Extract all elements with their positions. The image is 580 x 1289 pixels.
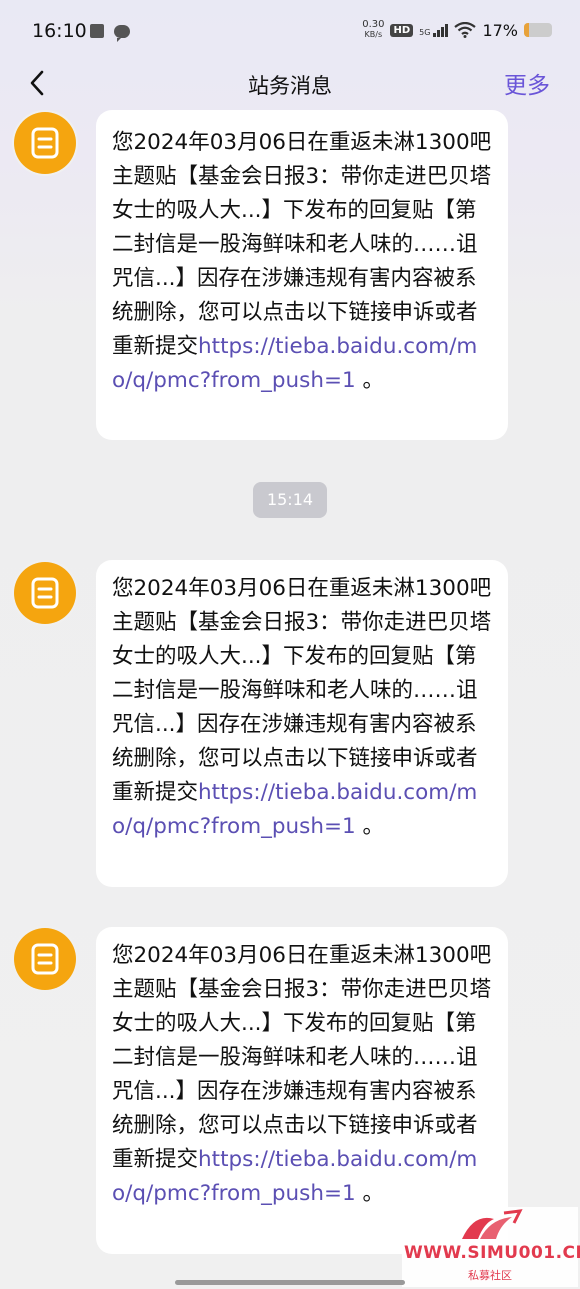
notification-square-icon [90, 24, 104, 38]
sender-avatar[interactable] [14, 562, 76, 624]
watermark: WWW.SIMU001.CN 私募社区 [402, 1207, 580, 1287]
nav-header: 站务消息 更多 [0, 60, 580, 110]
net-speed: 0.30 KB/s [362, 20, 384, 40]
net-speed-value: 0.30 [362, 19, 385, 30]
status-time: 16:10 [32, 20, 87, 42]
net-speed-unit: KB/s [364, 30, 383, 39]
timestamp-divider: 15:14 [253, 482, 327, 518]
watermark-text: WWW.SIMU001.CN [404, 1243, 580, 1263]
watermark-subtext: 私募社区 [468, 1269, 512, 1282]
message-text: 您2024年03月06日在重返未淋1300吧主题贴【基金会日报3：带你走进巴贝塔… [112, 572, 494, 844]
message-bubble-icon [114, 24, 130, 42]
message-text: 您2024年03月06日在重返未淋1300吧主题贴【基金会日报3：带你走进巴贝塔… [112, 126, 494, 398]
battery-icon [524, 23, 552, 37]
wifi-icon [454, 22, 477, 38]
message-card: 您2024年03月06日在重返未淋1300吧主题贴【基金会日报3：带你走进巴贝塔… [96, 927, 508, 1254]
message-body: 您2024年03月06日在重返未淋1300吧主题贴【基金会日报3：带你走进巴贝塔… [112, 943, 492, 1172]
message-suffix: 。 [362, 1181, 385, 1206]
status-bar: 16:10 0.30 KB/s HD 5G 17% [0, 0, 580, 64]
watermark-logo-icon [462, 1209, 523, 1239]
message-suffix: 。 [362, 368, 385, 393]
document-icon [31, 943, 59, 975]
more-button[interactable]: 更多 [504, 66, 550, 100]
home-indicator[interactable] [175, 1280, 405, 1285]
sender-avatar[interactable] [14, 112, 76, 174]
cellular-signal-icon: 5G [419, 23, 449, 37]
sender-avatar[interactable] [14, 928, 76, 990]
message-card: 您2024年03月06日在重返未淋1300吧主题贴【基金会日报3：带你走进巴贝塔… [96, 110, 508, 440]
document-icon [31, 577, 59, 609]
signal-label: 5G [419, 27, 431, 37]
message-text: 您2024年03月06日在重返未淋1300吧主题贴【基金会日报3：带你走进巴贝塔… [112, 939, 494, 1211]
hd-badge: HD [390, 23, 414, 37]
message-suffix: 。 [362, 814, 385, 839]
page-title: 站务消息 [248, 74, 332, 98]
battery-percent: 17% [482, 20, 518, 40]
message-card: 您2024年03月06日在重返未淋1300吧主题贴【基金会日报3：带你走进巴贝塔… [96, 560, 508, 887]
document-icon [31, 127, 59, 159]
message-body: 您2024年03月06日在重返未淋1300吧主题贴【基金会日报3：带你走进巴贝塔… [112, 576, 492, 805]
message-body: 您2024年03月06日在重返未淋1300吧主题贴【基金会日报3：带你走进巴贝塔… [112, 130, 492, 359]
